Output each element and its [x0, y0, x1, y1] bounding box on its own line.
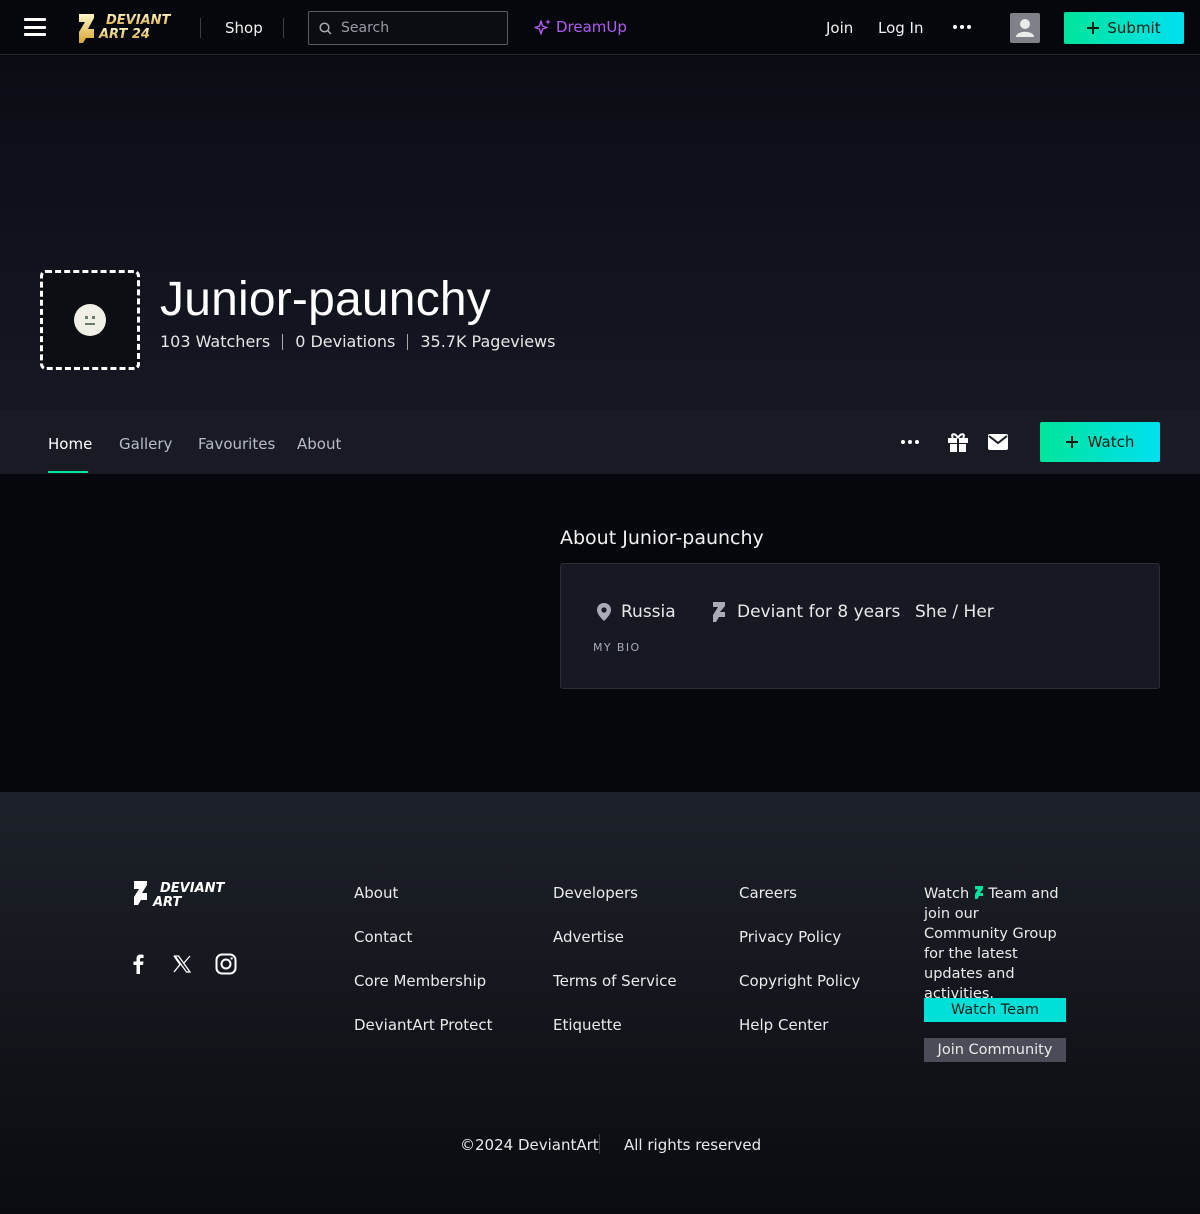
membership-item: Deviant for 8 years: [711, 602, 900, 622]
dot: [967, 25, 971, 29]
tab-favourites[interactable]: Favourites: [198, 435, 275, 453]
plus-icon: [1065, 436, 1078, 448]
footer-link-about[interactable]: About: [354, 884, 398, 902]
top-navigation-bar: DEVIANT ART 24 Shop DreamUp Join Log In: [0, 0, 1200, 55]
footer-link-help-center[interactable]: Help Center: [739, 1016, 828, 1034]
divider: [200, 18, 201, 38]
membership-text: Deviant for 8 years: [737, 602, 901, 622]
profile-username: Junior-paunchy: [160, 273, 491, 326]
tab-about[interactable]: About: [297, 435, 341, 453]
plus-icon: [1087, 22, 1100, 34]
menu-icon-line: [24, 25, 46, 29]
neutral-face-icon: [85, 316, 95, 325]
dreamup-label: DreamUp: [556, 18, 627, 36]
copyright-text: ©2024 DeviantArt: [460, 1136, 599, 1154]
search-icon: [319, 22, 332, 35]
avatar-face-icon: [74, 304, 106, 336]
submit-label: Submit: [1107, 19, 1161, 37]
about-card: Russia Deviant for 8 years She / Her MY …: [560, 563, 1160, 689]
profile-stats: 103 Watchers 0 Deviations 35.7K Pageview…: [160, 332, 555, 351]
pronouns-text: She / Her: [915, 602, 994, 622]
dot: [908, 440, 912, 444]
deviations-count: 0 Deviations: [295, 332, 396, 351]
deviantart-24-logo[interactable]: DEVIANT ART 24: [74, 8, 186, 48]
pronouns-item: She / Her: [915, 602, 994, 622]
footer-link-copyright-policy[interactable]: Copyright Policy: [739, 972, 860, 990]
footer-link-core-membership[interactable]: Core Membership: [354, 972, 486, 990]
watchers-count[interactable]: 103 Watchers: [160, 332, 270, 351]
svg-text:ART: ART: [152, 895, 182, 910]
more-dots-icon[interactable]: [953, 25, 971, 29]
pageviews-count: 35.7K Pageviews: [420, 332, 556, 351]
gift-icon[interactable]: [947, 431, 969, 453]
profile-banner: [0, 56, 1200, 410]
instagram-icon[interactable]: [215, 953, 237, 975]
active-tab-indicator: [48, 471, 88, 473]
profile-avatar[interactable]: [40, 270, 140, 370]
dot: [901, 440, 905, 444]
watch-button[interactable]: Watch: [1040, 422, 1160, 462]
menu-icon-line: [24, 18, 46, 21]
svg-text:ART 24: ART 24: [98, 27, 150, 42]
x-icon[interactable]: [173, 955, 191, 973]
tab-home[interactable]: Home: [48, 435, 92, 453]
location-item: Russia: [597, 602, 676, 622]
menu-icon-line: [24, 33, 46, 36]
divider: [407, 333, 409, 350]
svg-text:DEVIANT: DEVIANT: [160, 881, 226, 896]
deviantart-logo-icon: [974, 886, 983, 899]
login-link[interactable]: Log In: [878, 19, 924, 37]
rights-text: All rights reserved: [624, 1136, 762, 1154]
footer-link-privacy-policy[interactable]: Privacy Policy: [739, 928, 841, 946]
mail-icon[interactable]: [988, 434, 1008, 450]
divider: [283, 18, 284, 38]
footer-link-etiquette[interactable]: Etiquette: [553, 1016, 622, 1034]
divider: [599, 1134, 600, 1154]
footer: DEVIANT ART About Contact Core Membershi…: [0, 792, 1200, 1214]
dot: [915, 440, 919, 444]
location-text: Russia: [621, 602, 676, 622]
blurb-text: Team and join our Community Group for th…: [924, 886, 1059, 1002]
submit-button[interactable]: Submit: [1064, 12, 1184, 44]
dot: [953, 25, 957, 29]
deviantart-footer-logo[interactable]: DEVIANT ART: [132, 878, 238, 910]
user-avatar-button[interactable]: [1010, 13, 1040, 43]
location-pin-icon: [597, 603, 611, 621]
profile-tabs-bar: Home Gallery Favourites About Watch: [0, 410, 1200, 474]
footer-link-deviantart-protect[interactable]: DeviantArt Protect: [354, 1016, 493, 1034]
search-input[interactable]: [341, 18, 501, 38]
menu-button[interactable]: [24, 18, 46, 36]
search-box[interactable]: [308, 11, 508, 45]
footer-link-developers[interactable]: Developers: [553, 884, 638, 902]
watch-label: Watch: [1087, 433, 1135, 451]
tab-gallery[interactable]: Gallery: [119, 435, 172, 453]
dot: [960, 25, 964, 29]
join-link[interactable]: Join: [826, 19, 853, 37]
more-dots-icon[interactable]: [901, 440, 919, 444]
footer-link-contact[interactable]: Contact: [354, 928, 412, 946]
user-icon: [1016, 19, 1034, 37]
blurb-prefix: Watch: [924, 886, 970, 902]
svg-text:DEVIANT: DEVIANT: [106, 13, 172, 28]
watch-team-button[interactable]: Watch Team: [924, 998, 1066, 1022]
divider: [282, 333, 284, 350]
community-blurb: Watch Team and join our Community Group …: [924, 884, 1064, 1004]
footer-link-advertise[interactable]: Advertise: [553, 928, 624, 946]
join-community-button[interactable]: Join Community: [924, 1038, 1066, 1062]
footer-link-careers[interactable]: Careers: [739, 884, 797, 902]
deviantart-logo-icon: [713, 602, 725, 622]
about-heading: About Junior-paunchy: [560, 527, 764, 549]
dreamup-link[interactable]: DreamUp: [534, 18, 627, 36]
footer-link-terms-of-service[interactable]: Terms of Service: [553, 972, 677, 990]
facebook-icon[interactable]: [132, 954, 144, 974]
bio-label: MY BIO: [593, 641, 641, 654]
shop-link[interactable]: Shop: [225, 19, 263, 37]
deviantart-logo-icon: DEVIANT ART 24: [79, 13, 172, 43]
sparkle-icon: [534, 19, 551, 35]
